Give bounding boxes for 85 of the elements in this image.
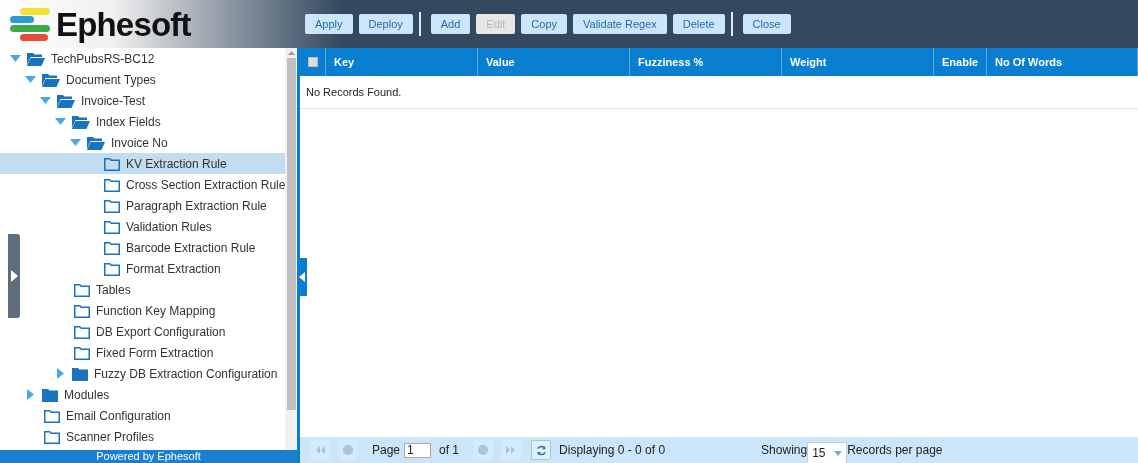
folder-icon [44,408,60,423]
toolbar-button[interactable]: Add [430,14,471,34]
select-all-checkbox[interactable] [307,57,318,67]
column-header[interactable]: Value [478,48,630,76]
tree-item[interactable]: Scanner Profiles [0,426,285,447]
dropdown-caret-icon [834,450,843,456]
folder-icon [104,240,120,255]
expand-arrow-icon[interactable] [27,389,34,400]
collapse-arrow-icon[interactable] [70,139,81,146]
page-input[interactable]: 1 [404,442,432,458]
folder-icon [104,219,120,234]
display-info: Displaying 0 - 0 of 0 [559,442,666,459]
expand-panel-handle[interactable] [8,234,20,318]
collapse-arrow-icon[interactable] [25,76,36,83]
tree-item[interactable]: Invoice-Test [0,90,285,111]
tree-item[interactable]: Validation Rules [0,216,285,237]
first-page-button[interactable] [310,440,330,460]
toolbar-button[interactable]: Close [742,14,791,34]
tree-item[interactable]: DB Export Configuration [0,321,285,342]
folder-icon [72,366,88,381]
open-folder-icon [72,114,90,129]
open-folder-icon [87,135,105,150]
showing-label: Showing [761,442,808,459]
tree-item[interactable]: Fuzzy DB Extraction Configuration [0,363,285,384]
open-folder-icon [27,51,45,66]
tree-item[interactable]: Email Configuration [0,405,285,426]
tree-item[interactable]: Format Extraction [0,258,285,279]
folder-icon [104,198,120,213]
toolbar-button[interactable]: Delete [672,14,725,34]
tree-item[interactable]: Paragraph Extraction Rule [0,195,285,216]
column-header[interactable]: Enable [934,48,987,76]
previous-page-button[interactable] [338,440,358,460]
tree-item[interactable]: Barcode Extraction Rule [0,237,285,258]
tree-item[interactable]: Tables [0,279,285,300]
folder-icon [74,324,90,339]
tree-item[interactable]: Fixed Form Extraction [0,342,285,363]
folder-icon [42,387,58,402]
page-label: Page [372,442,401,459]
column-header[interactable]: Key [326,48,478,76]
collapse-panel-handle[interactable] [297,258,307,296]
folder-icon [74,282,90,297]
column-header[interactable]: Weight [782,48,934,76]
logo-text: Ephesoft [56,7,191,41]
open-folder-icon [42,72,60,87]
folder-icon [74,345,90,360]
tree-item[interactable]: Invoice No [0,132,285,153]
folder-icon [104,156,120,171]
last-page-button[interactable] [501,440,522,460]
folder-icon [74,303,90,318]
tree-item[interactable]: Cross Section Extraction Rule [0,174,285,195]
open-folder-icon [57,93,75,108]
toolbar-button[interactable]: Apply [305,14,353,34]
refresh-icon [535,444,547,456]
column-header[interactable]: Fuzziness % [630,48,782,76]
tree-item[interactable]: TechPubsRS-BC12 [0,48,285,69]
toolbar-button[interactable]: Validate Regex [573,14,667,34]
toolbar-button[interactable]: Deploy [358,14,413,34]
tree-item[interactable]: KV Extraction Rule [0,153,285,174]
last-page-icon [506,446,517,454]
page-count: of 1 [439,442,460,459]
folder-icon [104,177,120,192]
toolbar-button[interactable]: Copy [521,14,567,34]
first-page-icon [315,446,325,454]
records-per-page-label: Records per page [847,442,943,459]
scroll-up-arrow-icon[interactable] [287,51,295,55]
logo-icon [10,6,52,42]
page-size-select[interactable]: 15 [807,442,848,463]
folder-icon [44,429,60,444]
expand-arrow-icon[interactable] [57,368,64,379]
scrollbar[interactable] [285,48,297,450]
empty-message: No Records Found. [306,84,402,100]
tree-item[interactable]: Modules [0,384,285,405]
collapse-arrow-icon[interactable] [40,97,51,104]
folder-icon [104,261,120,276]
tree-item[interactable]: Document Types [0,69,285,90]
previous-icon [343,445,353,455]
sidebar-footer: Powered by Ephesoft [0,450,297,463]
next-page-button[interactable] [473,440,494,460]
tree-item[interactable]: Function Key Mapping [0,300,285,321]
refresh-button[interactable] [531,440,552,460]
next-icon [478,445,489,455]
collapse-arrow-icon[interactable] [10,55,21,62]
collapse-arrow-icon[interactable] [55,118,66,125]
column-header[interactable]: No Of Words [987,48,1138,76]
tree-item[interactable]: Index Fields [0,111,285,132]
